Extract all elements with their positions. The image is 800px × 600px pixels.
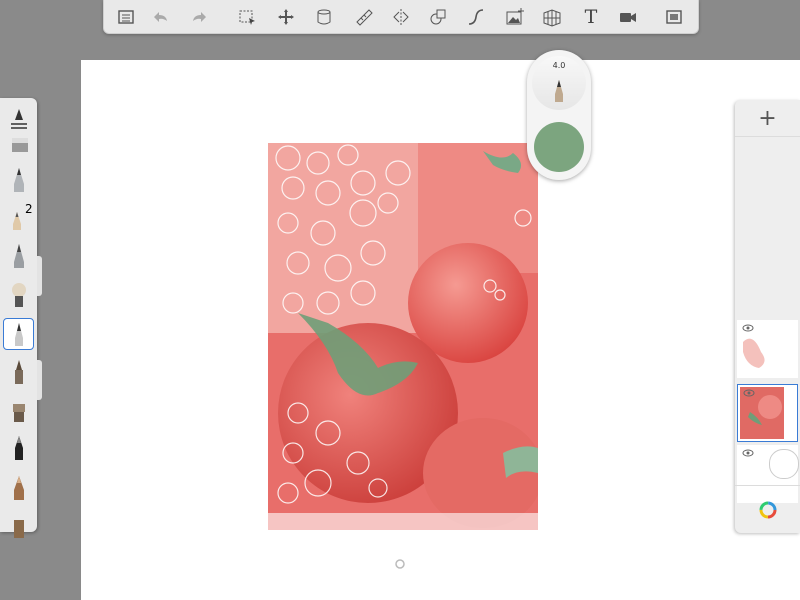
layer-2[interactable]: [737, 384, 798, 442]
redo-icon[interactable]: [185, 0, 215, 33]
brush-size-value: 4.0: [552, 61, 566, 70]
add-layer-button[interactable]: +: [735, 100, 800, 137]
eraser-icon[interactable]: [3, 128, 34, 160]
brush-puck[interactable]: 4.0: [527, 50, 591, 180]
text-icon[interactable]: T: [576, 0, 606, 33]
pencil-icon[interactable]: [3, 164, 34, 196]
brush-tip-icon: [555, 80, 563, 102]
background-color-swatch[interactable]: [769, 449, 799, 479]
airbrush-icon[interactable]: [3, 240, 34, 272]
marker-icon[interactable]: [3, 472, 34, 504]
add-layer-label: +: [758, 105, 777, 131]
pencil-2-icon[interactable]: 2: [3, 202, 34, 234]
color-editor-button[interactable]: [735, 485, 800, 534]
ruler-icon[interactable]: [349, 0, 379, 33]
brush-palette: 2: [0, 98, 37, 538]
canvas-indicator-icon: [395, 559, 405, 569]
paint-brush-icon[interactable]: [3, 356, 34, 388]
layers-panel: +: [735, 100, 800, 533]
record-icon[interactable]: [613, 0, 643, 33]
artwork-image: [268, 143, 538, 530]
shapes-icon[interactable]: [423, 0, 453, 33]
layer-1[interactable]: [737, 320, 798, 378]
palette-drag-handle[interactable]: [37, 256, 42, 296]
transform-icon[interactable]: [271, 0, 301, 33]
smudge-icon[interactable]: [3, 510, 34, 542]
selection-icon[interactable]: [232, 0, 262, 33]
flat-brush-icon[interactable]: [3, 394, 34, 426]
palette-drag-handle-2[interactable]: [37, 360, 42, 400]
color-swatch[interactable]: [534, 122, 584, 172]
eye-icon[interactable]: [742, 449, 754, 457]
brush-variant-badge: 2: [25, 202, 33, 216]
brush-size-control[interactable]: 4.0: [532, 56, 586, 110]
eye-icon[interactable]: [743, 389, 755, 397]
perspective-icon[interactable]: [537, 0, 567, 33]
pen-icon[interactable]: [3, 318, 34, 350]
top-toolbar: T: [103, 0, 699, 34]
fullscreen-icon[interactable]: [659, 0, 689, 33]
eye-icon[interactable]: [742, 324, 754, 332]
color-wheel-icon: [759, 501, 776, 519]
soft-brush-icon[interactable]: [3, 279, 34, 311]
undo-icon[interactable]: [145, 0, 175, 33]
ink-pen-icon[interactable]: [3, 432, 34, 464]
layer-ops-icon[interactable]: [309, 0, 339, 33]
symmetry-icon[interactable]: [386, 0, 416, 33]
list-icon[interactable]: [111, 0, 141, 33]
add-image-icon[interactable]: [500, 0, 530, 33]
stroke-icon[interactable]: [461, 0, 491, 33]
